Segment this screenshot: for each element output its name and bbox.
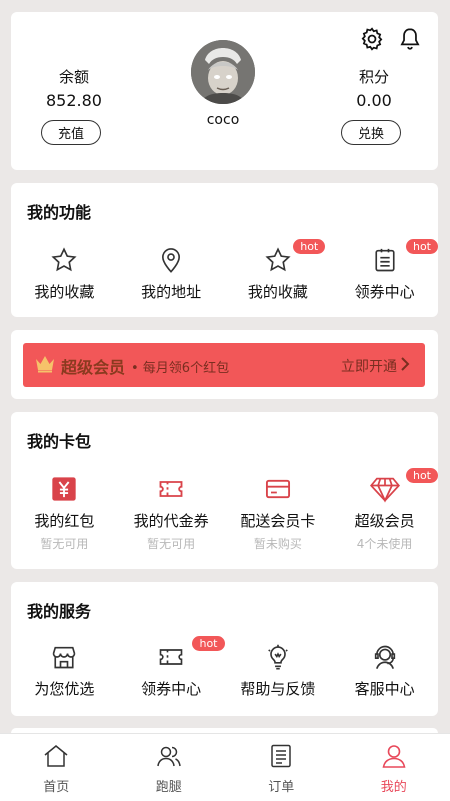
hot-badge: hot: [293, 239, 325, 254]
service-item-coupon-center[interactable]: hot 领券中心: [118, 642, 225, 699]
headset-icon: [370, 642, 400, 672]
wallet-item-red-envelope[interactable]: 我的红包 暂无可用: [11, 474, 118, 552]
voucher-icon: [156, 474, 186, 504]
crown-icon: [35, 355, 55, 377]
hot-badge: hot: [406, 239, 438, 254]
location-pin-icon: [156, 245, 186, 275]
function-item-favorites-hot[interactable]: hot 我的收藏: [225, 245, 332, 302]
vip-banner[interactable]: 超级会员 • 每月领6个红包 立即开通: [23, 343, 425, 387]
wallet-title: 我的卡包: [27, 428, 91, 452]
function-item-address[interactable]: 我的地址: [118, 245, 225, 302]
users-icon: [156, 744, 182, 772]
exchange-button[interactable]: 兑换: [341, 120, 401, 145]
vip-banner-card: 超级会员 • 每月领6个红包 立即开通: [11, 330, 438, 399]
store-icon: [49, 642, 79, 672]
chevron-right-icon: [400, 356, 410, 376]
hot-badge: hot: [192, 636, 224, 651]
points-value: 0.00: [341, 91, 407, 110]
profile-card: 余额 852.80 充值 coco 积分 0.00 兑换: [11, 12, 438, 170]
star-icon: [263, 245, 293, 275]
balance-label: 余额: [41, 66, 107, 87]
services-card: 我的服务 为您优选 hot 领券中心 帮助与反馈 客服中心: [11, 582, 438, 716]
ticket-icon: [156, 642, 186, 672]
username: coco: [191, 112, 255, 128]
hot-badge: hot: [406, 468, 438, 483]
points-label: 积分: [341, 66, 407, 87]
gear-icon[interactable]: [359, 26, 385, 52]
avatar[interactable]: [191, 40, 255, 104]
wallet-card: 我的卡包 我的红包 暂无可用 我的代金券 暂无可用 配送会员卡 暂未购买 hot: [11, 412, 438, 569]
service-item-customer-service[interactable]: 客服中心: [331, 642, 438, 699]
nav-errand[interactable]: 跑腿: [113, 734, 226, 801]
red-envelope-icon: [49, 474, 79, 504]
card-icon: [263, 474, 293, 504]
service-item-preferred[interactable]: 为您优选: [11, 642, 118, 699]
lightbulb-icon: [263, 642, 293, 672]
wallet-item-voucher[interactable]: 我的代金券 暂无可用: [118, 474, 225, 552]
service-item-help-feedback[interactable]: 帮助与反馈: [225, 642, 332, 699]
diamond-icon: [370, 474, 400, 504]
nav-mine[interactable]: 我的: [338, 734, 450, 801]
nav-orders[interactable]: 订单: [225, 734, 338, 801]
wallet-item-delivery-card[interactable]: 配送会员卡 暂未购买: [225, 474, 332, 552]
vip-open-link[interactable]: 立即开通: [341, 356, 397, 376]
function-item-favorites[interactable]: 我的收藏: [11, 245, 118, 302]
order-list-icon: [268, 744, 294, 772]
recharge-button[interactable]: 充值: [41, 120, 101, 145]
bell-icon[interactable]: [397, 26, 423, 52]
star-icon: [49, 245, 79, 275]
function-item-coupon-center[interactable]: hot 领券中心: [331, 245, 438, 302]
points-block[interactable]: 积分 0.00: [341, 66, 407, 110]
balance-block[interactable]: 余额 852.80: [41, 66, 107, 110]
services-title: 我的服务: [27, 598, 91, 622]
person-icon: [381, 744, 407, 772]
bottom-nav: 首页 跑腿 订单 我的: [0, 733, 450, 801]
functions-title: 我的功能: [27, 199, 91, 223]
balance-value: 852.80: [41, 91, 107, 110]
vip-subtitle: • 每月领6个红包: [131, 357, 229, 376]
functions-card: 我的功能 我的收藏 我的地址 hot 我的收藏 hot 领券中心: [11, 183, 438, 317]
vip-title: 超级会员: [61, 354, 125, 378]
nav-home[interactable]: 首页: [0, 734, 113, 801]
clipboard-icon: [370, 245, 400, 275]
wallet-item-super-vip[interactable]: hot 超级会员 4个未使用: [331, 474, 438, 552]
home-icon: [43, 744, 69, 772]
